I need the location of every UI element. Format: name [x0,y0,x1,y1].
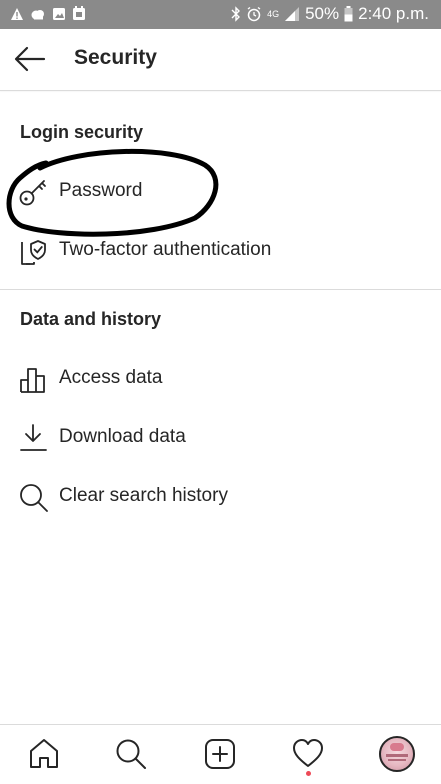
image-icon [53,7,65,20]
password-row[interactable]: Password [0,165,441,217]
add-post-icon [205,739,235,769]
warning-icon [11,7,23,20]
download-data-row[interactable]: Download data [0,411,441,463]
nav-activity[interactable] [291,737,325,776]
alarm-icon [247,6,261,22]
clear-search-history-row[interactable]: Clear search history [0,470,441,522]
section-title-login-security: Login security [20,122,144,142]
network-type-label: 4G [267,8,280,19]
shield-phone-icon [18,236,50,266]
access-data-label: Access data [59,367,163,388]
calendar-icon [73,6,85,20]
status-time: 2:40 p.m. [358,4,429,23]
battery-icon [344,6,353,22]
two-factor-row[interactable]: Two-factor authentication [0,224,441,276]
clear-search-history-label: Clear search history [59,485,228,506]
bottom-nav [0,724,441,784]
home-icon [30,739,58,768]
nav-add-post[interactable] [203,737,237,771]
battery-percent: 50% [305,4,340,23]
search-icon [18,482,50,512]
download-data-label: Download data [59,426,186,447]
activity-heart-icon [293,739,323,767]
back-button[interactable] [14,45,46,73]
section-title-data-history: Data and history [20,309,162,329]
section-divider [0,289,441,290]
arrow-left-icon [14,46,46,72]
top-header: Security [0,29,441,91]
signal-icon [285,7,300,21]
nav-profile[interactable] [379,736,415,772]
key-icon [18,177,50,207]
access-data-row[interactable]: Access data [0,352,441,404]
security-screen: 4G 50% 2:40 p.m. Security Login security [0,0,441,784]
two-factor-label: Two-factor authentication [59,239,272,260]
status-bar: 4G 50% 2:40 p.m. [0,0,441,29]
password-label: Password [59,180,143,201]
page-title: Security [74,46,157,69]
bluetooth-icon [231,6,241,22]
bar-chart-icon [18,364,50,394]
nav-search[interactable] [114,737,148,771]
cloud-icon [31,9,44,19]
status-right-icons: 4G 50% 2:40 p.m. [231,4,429,24]
profile-avatar [379,736,415,772]
nav-home[interactable] [27,737,61,771]
notification-dot [306,771,311,776]
download-icon [18,423,50,453]
status-left-icons [10,6,86,21]
search-icon [116,739,146,769]
